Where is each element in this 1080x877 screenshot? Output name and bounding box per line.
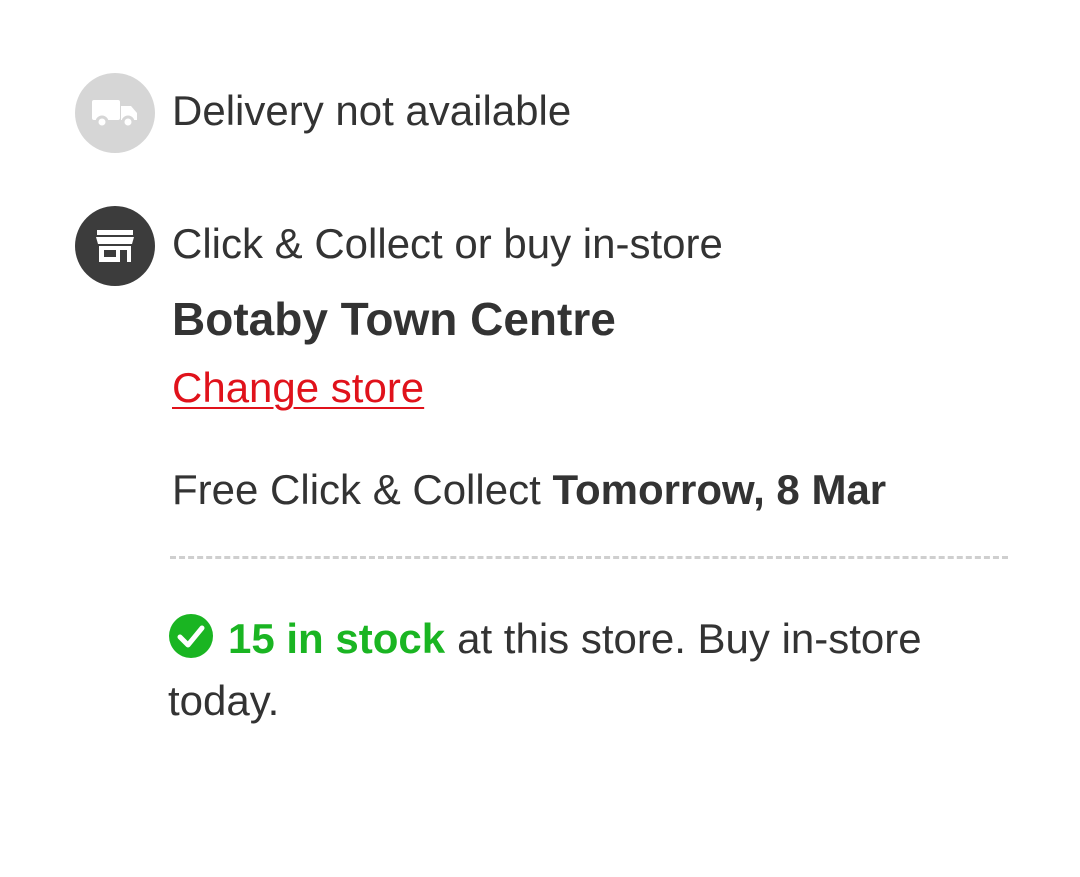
- free-collect-label: Free Click & Collect: [172, 466, 541, 513]
- fulfilment-panel: Delivery not available Click & Collect o…: [0, 0, 1080, 877]
- change-store-link[interactable]: Change store: [172, 361, 424, 415]
- stock-count: 15 in stock: [228, 615, 446, 662]
- dashed-divider: [170, 556, 1008, 559]
- truck-icon: [92, 100, 137, 129]
- collect-method-text: Click & Collect or buy in-store: [172, 220, 723, 267]
- stock-info: 15 in stock at this store. Buy in-store t…: [168, 608, 1028, 732]
- delivery-status-text: Delivery not available: [172, 87, 572, 134]
- collect-date: Tomorrow, 8 Mar: [552, 466, 887, 513]
- free-collect-info: Free Click & Collect Tomorrow, 8 Mar: [172, 463, 886, 517]
- store-name: Botaby Town Centre: [172, 293, 616, 345]
- delivery-status-icon: [75, 73, 155, 153]
- check-circle-icon: [169, 614, 213, 658]
- store-icon: [96, 230, 134, 262]
- collect-status-icon: [75, 206, 155, 286]
